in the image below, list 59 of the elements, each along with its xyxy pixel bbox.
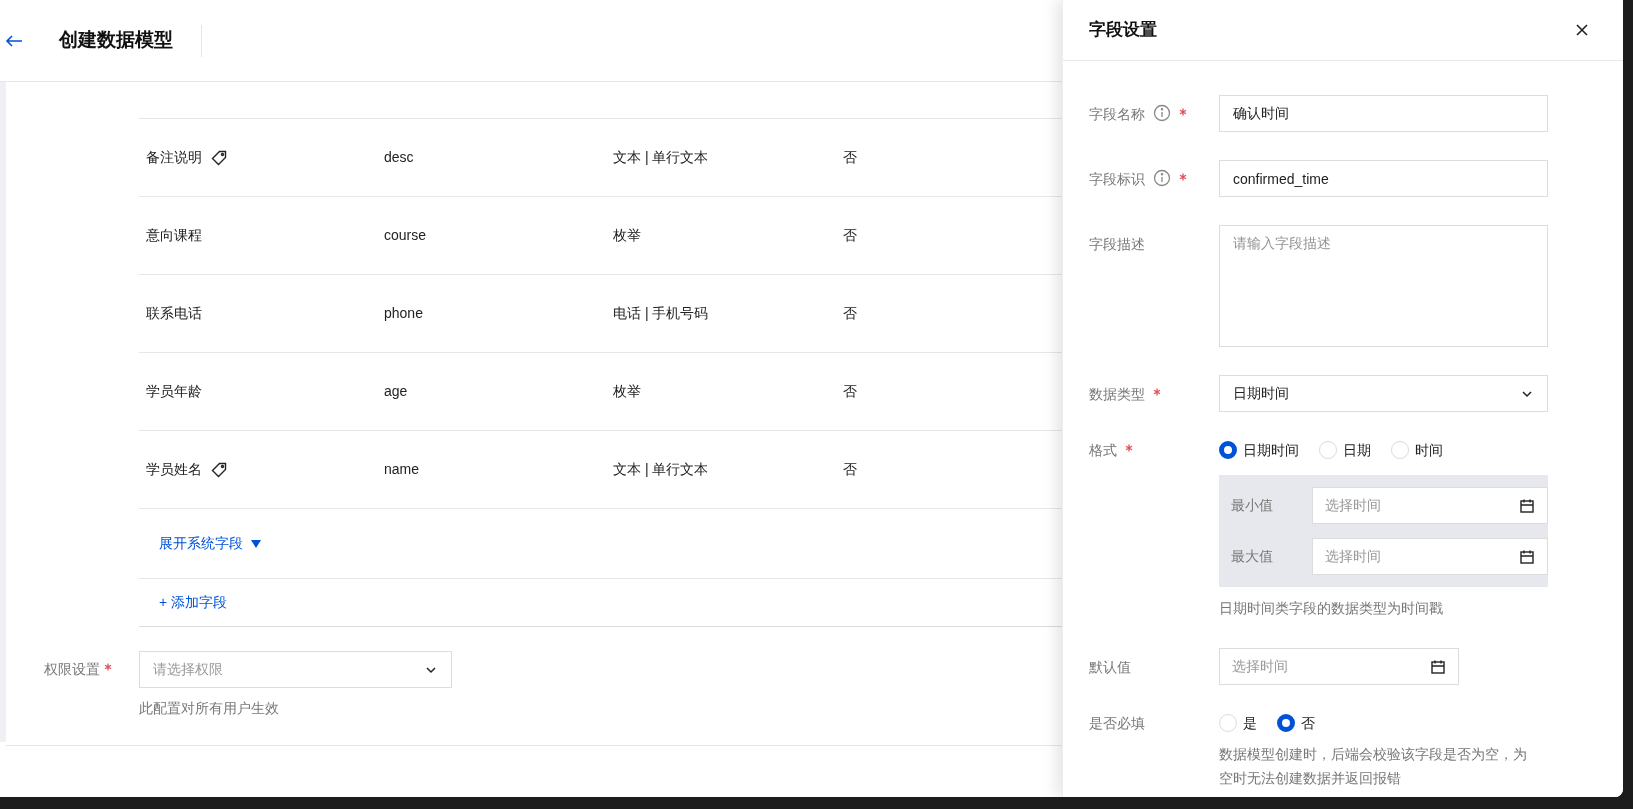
calendar-icon bbox=[1519, 497, 1535, 514]
table-cell-text: 意向课程 bbox=[146, 226, 202, 245]
field-label: 权限设置 bbox=[44, 660, 100, 679]
table-cell: age bbox=[384, 383, 408, 399]
input-placeholder: 选择时间 bbox=[1325, 496, 1382, 515]
info-icon[interactable] bbox=[1153, 104, 1171, 122]
table-cell: 否 bbox=[843, 383, 857, 399]
field-label: 最大值 bbox=[1230, 547, 1274, 566]
table-cell: 电话 | 手机号码 bbox=[613, 305, 709, 321]
table-cell-text: 学员年龄 bbox=[146, 382, 202, 401]
radio-option[interactable]: 时间 bbox=[1391, 439, 1443, 461]
hint-text: 数据模型创建时，后端会校验该字段是否为空，为空时无法创建数据并返回报错 bbox=[1219, 745, 1528, 788]
table-cell-text: 联系电话 bbox=[146, 304, 202, 323]
table-cell: name bbox=[384, 461, 420, 477]
field-label: 字段描述 bbox=[1089, 235, 1145, 254]
input-field[interactable]: 确认时间 bbox=[1219, 95, 1548, 132]
calendar-icon bbox=[1519, 548, 1535, 565]
table-cell: 枚举 bbox=[613, 383, 641, 399]
table-cell: 文本 | 单行文本 bbox=[613, 149, 709, 165]
radio-option[interactable]: 日期时间 bbox=[1219, 439, 1299, 461]
table-cell-text: 备注说明 bbox=[146, 148, 202, 167]
table-cell: 否 bbox=[843, 305, 857, 321]
field-label: 数据类型 bbox=[1089, 385, 1145, 404]
back-arrow-icon[interactable] bbox=[5, 33, 23, 48]
close-icon[interactable] bbox=[1575, 23, 1589, 37]
radio-option[interactable]: 日期 bbox=[1319, 439, 1371, 461]
radio-option[interactable]: 是 bbox=[1219, 712, 1257, 734]
field-label: 字段名称 bbox=[1089, 105, 1145, 124]
field-label: 字段标识 bbox=[1089, 170, 1145, 189]
input-placeholder: 选择时间 bbox=[1232, 657, 1288, 676]
table-cell: 否 bbox=[843, 149, 857, 165]
table-cell: desc bbox=[384, 149, 414, 165]
data-type-select[interactable]: 日期时间 bbox=[1219, 375, 1548, 412]
input-field[interactable]: confirmed_time bbox=[1219, 160, 1548, 197]
hint-text: 此配置对所有用户生效 bbox=[139, 699, 280, 718]
page-title: 创建数据模型 bbox=[59, 28, 173, 53]
table-cell: 否 bbox=[843, 461, 857, 477]
table-cell: 否 bbox=[843, 227, 857, 243]
hint-text: 日期时间类字段的数据类型为时间戳 bbox=[1219, 599, 1444, 618]
add-field-link[interactable]: + 添加字段 bbox=[159, 592, 228, 613]
select-placeholder: 请选择权限 bbox=[153, 660, 223, 679]
expand-system-fields-link[interactable]: 展开系统字段 bbox=[159, 533, 261, 554]
info-icon[interactable] bbox=[1153, 169, 1171, 187]
description-field[interactable]: 请输入字段描述 bbox=[1219, 225, 1548, 347]
field-label: 是否必填 bbox=[1089, 714, 1145, 733]
field-label: 最小值 bbox=[1230, 496, 1274, 515]
table-cell: phone bbox=[384, 305, 423, 321]
calendar-icon bbox=[1430, 658, 1446, 675]
select-value: 日期时间 bbox=[1233, 384, 1289, 403]
drawer-title: 字段设置 bbox=[1089, 19, 1157, 42]
table-cell: 文本 | 单行文本 bbox=[613, 461, 709, 477]
radio-option[interactable]: 否 bbox=[1277, 712, 1315, 734]
input-placeholder: 选择时间 bbox=[1325, 547, 1382, 566]
field-label: 默认值 bbox=[1089, 658, 1131, 677]
table-cell: course bbox=[384, 227, 427, 243]
field-label: 格式 bbox=[1089, 441, 1117, 460]
caret-icon bbox=[251, 539, 261, 548]
table-cell-text: 学员姓名 bbox=[146, 460, 202, 479]
table-cell: 枚举 bbox=[613, 227, 641, 243]
